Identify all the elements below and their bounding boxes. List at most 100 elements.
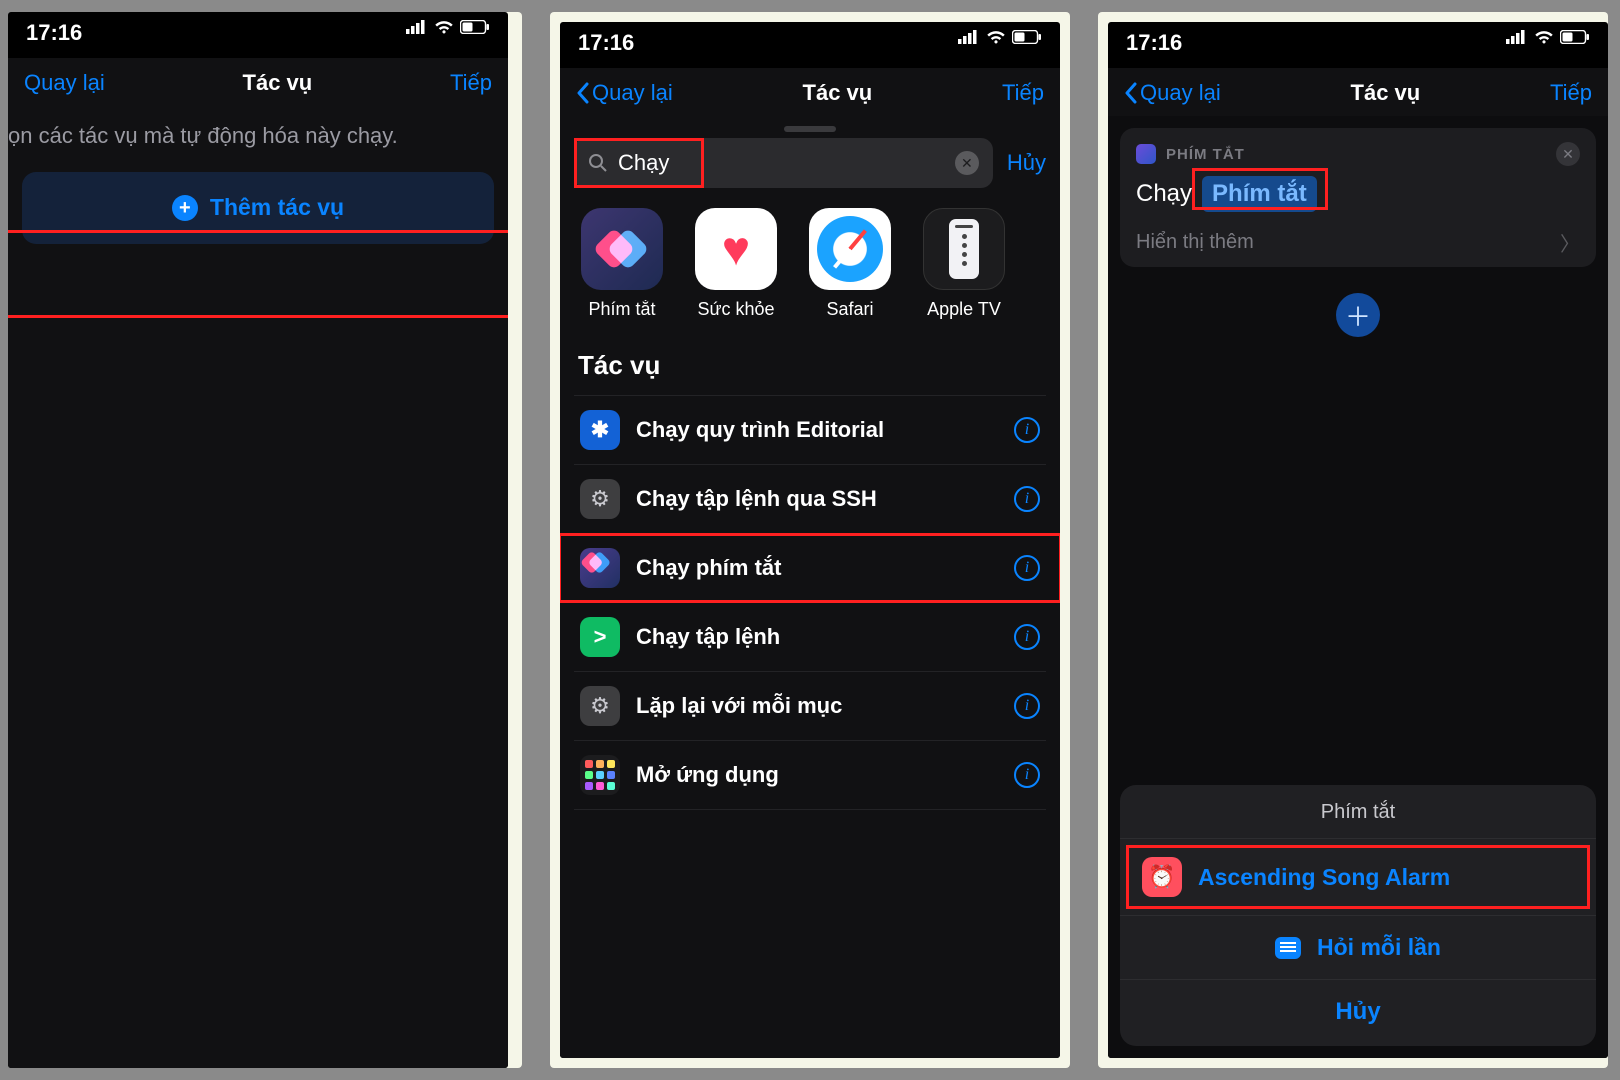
status-icons — [1506, 30, 1590, 44]
alarm-icon: ⏰ — [1142, 857, 1182, 897]
chevron-left-icon — [1124, 82, 1138, 104]
shortcuts-app-icon — [581, 208, 663, 290]
shortcut-option[interactable]: ⏰ Ascending Song Alarm — [1120, 838, 1596, 915]
back-button[interactable]: Quay lại — [24, 70, 105, 96]
cancel-search-button[interactable]: Hủy — [1007, 150, 1046, 176]
app-label: Safari — [826, 300, 873, 320]
sheet-title: Phím tắt — [1120, 801, 1596, 824]
status-icons — [958, 30, 1042, 44]
back-label: Quay lại — [1140, 80, 1221, 106]
search-input[interactable]: ✕ — [574, 138, 993, 188]
show-more-row[interactable]: Hiển thị thêm 〉 — [1136, 228, 1580, 257]
info-icon[interactable]: i — [1014, 624, 1040, 650]
screen: 17:16 Quay lại Tác vụ Tiếp PHÍM TẮT — [1108, 22, 1608, 1058]
gear-icon: ⚙ — [580, 686, 620, 726]
sheet-cancel-button[interactable]: Hủy — [1120, 979, 1596, 1030]
app-label: Apple TV — [927, 300, 1001, 320]
card-section-label: PHÍM TẮT — [1166, 146, 1245, 163]
shortcut-token[interactable]: Phím tắt — [1202, 176, 1317, 212]
add-action-button[interactable]: + Thêm tác vụ — [22, 172, 494, 244]
info-icon[interactable]: i — [1014, 486, 1040, 512]
info-icon[interactable]: i — [1014, 762, 1040, 788]
phone-panel-2: 17:16 Quay lại Tác vụ Tiếp ✕ — [550, 12, 1070, 1068]
action-label: Chạy tập lệnh — [636, 624, 998, 650]
shortcuts-icon — [580, 548, 620, 588]
phone-panel-3: 17:16 Quay lại Tác vụ Tiếp PHÍM TẮT — [1098, 12, 1608, 1068]
status-bar: 17:16 — [8, 12, 508, 58]
nav-bar: Quay lại Tác vụ Tiếp — [1108, 68, 1608, 116]
run-word: Chạy — [1136, 180, 1192, 208]
wifi-icon — [434, 20, 454, 34]
status-time: 17:16 — [26, 20, 82, 46]
battery-icon — [460, 20, 490, 34]
nav-title: Tác vụ — [105, 70, 450, 96]
action-label: Mở ứng dụng — [636, 762, 998, 788]
search-row: ✕ Hủy — [560, 132, 1060, 198]
section-header: Tác vụ — [560, 320, 1060, 395]
status-bar: 17:16 — [1108, 22, 1608, 68]
plus-circle-icon: + — [172, 195, 198, 221]
content-area: PHÍM TẮT ✕ Chạy Phím tắt Hiển thị thêm 〉… — [1108, 116, 1608, 1058]
add-step-button[interactable]: ＋ — [1336, 293, 1380, 337]
action-label: Lặp lại với mỗi mục — [636, 693, 998, 719]
search-field[interactable] — [618, 150, 955, 176]
app-tile-health[interactable]: ♥ Sức khỏe — [688, 208, 784, 320]
action-label: Chạy quy trình Editorial — [636, 417, 998, 443]
health-app-icon: ♥ — [695, 208, 777, 290]
app-tile-safari[interactable]: Safari — [802, 208, 898, 320]
action-item[interactable]: ⚙ Lặp lại với mỗi mục i — [574, 672, 1046, 741]
close-card-icon[interactable]: ✕ — [1556, 142, 1580, 166]
app-tile-appletv[interactable]: Apple TV — [916, 208, 1012, 320]
action-item[interactable]: ✱ Chạy quy trình Editorial i — [574, 395, 1046, 465]
info-icon[interactable]: i — [1014, 693, 1040, 719]
show-more-label: Hiển thị thêm — [1136, 231, 1254, 254]
wifi-icon — [986, 30, 1006, 44]
next-button[interactable]: Tiếp — [1002, 80, 1044, 106]
nav-bar: Quay lại Tác vụ Tiếp — [560, 68, 1060, 116]
nav-bar: Quay lại Tác vụ Tiếp — [8, 58, 508, 106]
info-icon[interactable]: i — [1014, 417, 1040, 443]
next-button[interactable]: Tiếp — [450, 70, 492, 96]
battery-icon — [1012, 30, 1042, 44]
phone-panel-1: 17:16 Quay lại Tác vụ Tiếp ọn các tác vụ… — [12, 12, 522, 1068]
status-bar: 17:16 — [560, 22, 1060, 68]
ask-each-time-option[interactable]: Hỏi mỗi lần — [1120, 915, 1596, 979]
gear-icon: ⚙ — [580, 479, 620, 519]
next-button[interactable]: Tiếp — [1550, 80, 1592, 106]
chevron-left-icon — [576, 82, 590, 104]
cellular-icon — [958, 30, 980, 44]
action-list: ✱ Chạy quy trình Editorial i ⚙ Chạy tập … — [560, 395, 1060, 810]
back-button[interactable]: Quay lại — [1124, 80, 1221, 106]
app-tile-shortcuts[interactable]: Phím tắt — [574, 208, 670, 320]
shortcut-action-card: PHÍM TẮT ✕ Chạy Phím tắt Hiển thị thêm 〉 — [1120, 128, 1596, 267]
shortcut-name: Ascending Song Alarm — [1198, 864, 1574, 891]
ask-each-label: Hỏi mỗi lần — [1317, 934, 1441, 961]
content-area: ✕ Hủy Phím tắt ♥ Sức khỏe Safari — [560, 116, 1060, 1058]
terminal-icon: > — [580, 617, 620, 657]
app-label: Phím tắt — [588, 300, 655, 320]
info-icon[interactable]: i — [1014, 555, 1040, 581]
apps-row: Phím tắt ♥ Sức khỏe Safari Apple TV — [560, 198, 1060, 320]
search-icon — [588, 153, 608, 173]
nav-title: Tác vụ — [1221, 80, 1550, 106]
action-label: Chạy tập lệnh qua SSH — [636, 486, 998, 512]
cellular-icon — [1506, 30, 1528, 44]
safari-app-icon — [809, 208, 891, 290]
action-item-run-shortcut[interactable]: Chạy phím tắt i — [574, 534, 1046, 603]
back-button[interactable]: Quay lại — [576, 80, 673, 106]
action-item[interactable]: Mở ứng dụng i — [574, 741, 1046, 810]
wifi-icon — [1534, 30, 1554, 44]
status-time: 17:16 — [1126, 30, 1182, 56]
back-label: Quay lại — [24, 70, 105, 96]
appletv-app-icon — [923, 208, 1005, 290]
action-item[interactable]: > Chạy tập lệnh i — [574, 603, 1046, 672]
shortcuts-mini-icon — [1136, 144, 1156, 164]
instruction-text: ọn các tác vụ mà tự động hóa này chạy. — [8, 106, 494, 172]
action-label: Chạy phím tắt — [636, 555, 998, 581]
action-item[interactable]: ⚙ Chạy tập lệnh qua SSH i — [574, 465, 1046, 534]
clear-search-icon[interactable]: ✕ — [955, 151, 979, 175]
apps-grid-icon — [580, 755, 620, 795]
status-time: 17:16 — [578, 30, 634, 56]
status-icons — [406, 20, 490, 34]
editorial-icon: ✱ — [580, 410, 620, 450]
